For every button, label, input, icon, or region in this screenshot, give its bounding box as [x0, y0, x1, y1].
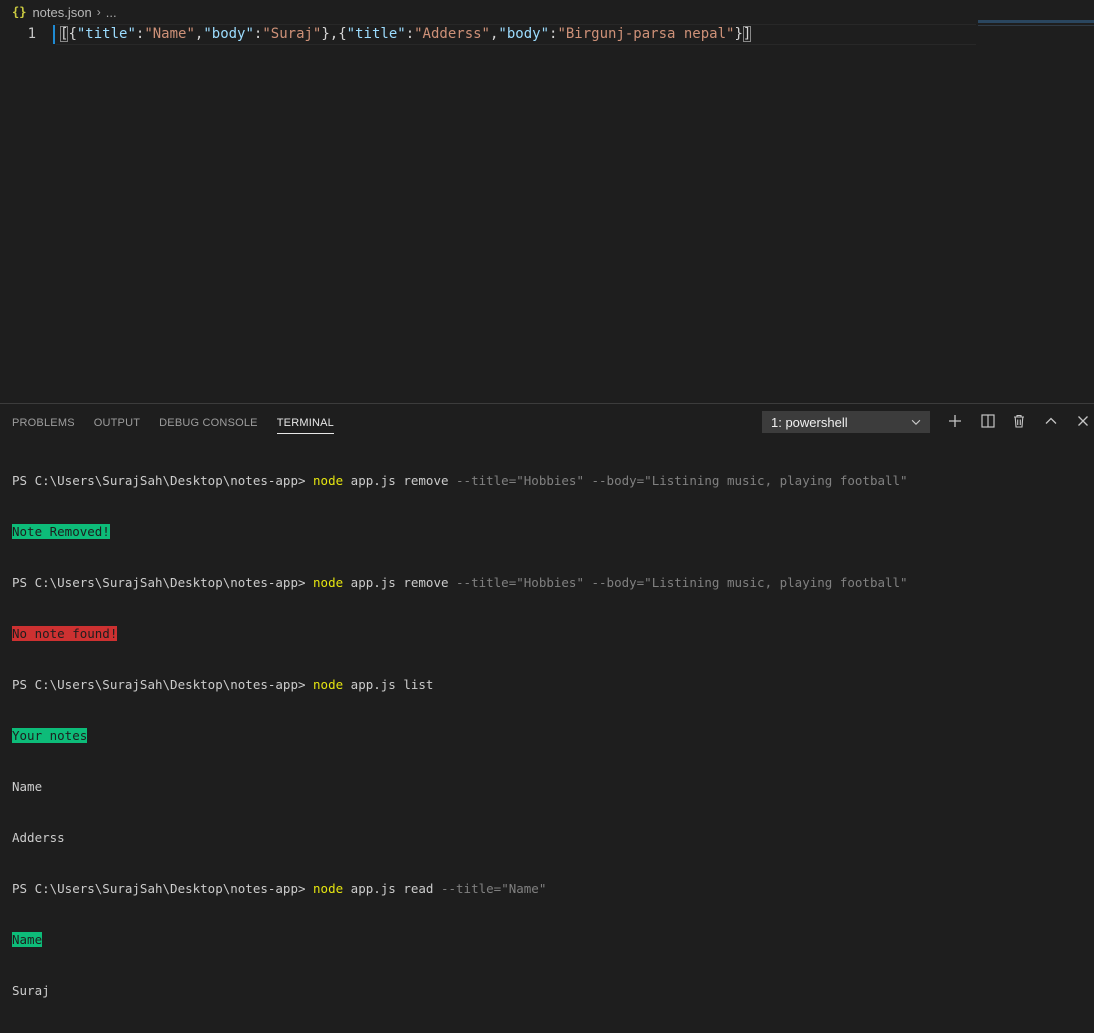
command-args: app.js list	[343, 677, 434, 692]
line-number: 1	[27, 26, 36, 42]
tab-terminal[interactable]: TERMINAL	[276, 411, 334, 434]
maximize-panel-button[interactable]	[1043, 413, 1059, 429]
plus-icon	[949, 415, 961, 427]
command: node	[313, 881, 344, 896]
command-args: app.js remove	[343, 575, 457, 590]
tab-problems[interactable]: PROBLEMS	[12, 411, 75, 433]
bottom-panel: PROBLEMS OUTPUT DEBUG CONSOLE TERMINAL 1…	[0, 403, 1094, 998]
split-terminal-button[interactable]	[980, 413, 996, 429]
terminal-line: PS C:\Users\SurajSah\Desktop\notes-app> …	[12, 574, 908, 591]
prompt: PS C:\Users\SurajSah\Desktop\notes-app>	[12, 677, 314, 692]
code-punct: },{	[321, 26, 347, 42]
command: node	[313, 677, 344, 692]
chevron-up-icon	[1045, 417, 1057, 424]
command-flags: --title="Hobbies" --body="Listining musi…	[456, 575, 908, 590]
terminal-line: No note found!	[12, 625, 908, 642]
json-key: "body"	[203, 26, 254, 42]
json-string: "Name"	[144, 26, 195, 42]
terminal-line: Name	[12, 779, 43, 794]
editor-area[interactable]: 1 [{"title":"Name","body":"Suraj"},{"tit…	[0, 24, 1094, 402]
command-args: app.js remove	[343, 473, 457, 488]
terminal-select[interactable]: 1: powershell	[762, 411, 930, 433]
prompt: PS C:\Users\SurajSah\Desktop\notes-app>	[12, 575, 314, 590]
breadcrumb-file[interactable]: notes.json	[32, 5, 91, 20]
code-punct: {	[68, 26, 77, 42]
code-punct: }	[734, 26, 743, 42]
command-flags: --title="Hobbies" --body="Listining musi…	[456, 473, 908, 488]
json-key: "body"	[498, 26, 549, 42]
terminal-line: Name	[12, 931, 908, 948]
json-file-icon: {}	[12, 5, 27, 19]
terminal-line: PS C:\Users\SurajSah\Desktop\notes-app> …	[12, 472, 908, 489]
tab-output[interactable]: OUTPUT	[94, 411, 140, 433]
prompt: PS C:\Users\SurajSah\Desktop\notes-app>	[12, 881, 314, 896]
prompt: PS C:\Users\SurajSah\Desktop\notes-app>	[12, 473, 314, 488]
success-output: Name	[12, 932, 43, 947]
terminal-line: Suraj	[12, 983, 50, 998]
breadcrumb-more[interactable]: ...	[106, 5, 117, 20]
json-string: "Suraj"	[262, 26, 322, 42]
tab-debug-console[interactable]: DEBUG CONSOLE	[159, 411, 258, 433]
split-icon	[981, 414, 995, 428]
chevron-right-icon: ›	[96, 5, 101, 19]
code-line[interactable]: [{"title":"Name","body":"Suraj"},{"title…	[60, 26, 752, 42]
new-terminal-button[interactable]	[947, 413, 963, 429]
trash-icon	[1014, 414, 1024, 428]
terminal-line: PS C:\Users\SurajSah\Desktop\notes-app> …	[12, 880, 908, 897]
close-icon	[1078, 416, 1088, 426]
code-punct: :	[405, 26, 415, 42]
terminal-line: PS C:\Users\SurajSah\Desktop\notes-app> …	[12, 676, 908, 693]
error-output: No note found!	[12, 626, 118, 641]
panel-tabs: PROBLEMS OUTPUT DEBUG CONSOLE TERMINAL	[0, 404, 341, 440]
command: node	[313, 575, 344, 590]
breadcrumb: {} notes.json › ...	[0, 0, 1094, 24]
terminal-line: Note Removed!	[12, 523, 908, 540]
json-key: "title"	[76, 26, 136, 42]
success-output: Your notes	[12, 728, 88, 743]
terminal-line: Adderss	[12, 830, 65, 845]
bracket-close: ]	[742, 26, 752, 42]
cursor-line-marker	[53, 25, 55, 44]
command: node	[313, 473, 344, 488]
json-string: "Adderss"	[414, 26, 490, 42]
success-output: Note Removed!	[12, 524, 110, 539]
json-string: "Birgunj-parsa nepal"	[557, 26, 735, 42]
chevron-down-icon	[911, 419, 921, 425]
terminal-output[interactable]: PS C:\Users\SurajSah\Desktop\notes-app> …	[12, 438, 908, 1033]
minimap-indicator[interactable]	[978, 20, 1094, 23]
command-args: app.js read	[343, 881, 441, 896]
json-key: "title"	[346, 26, 406, 42]
terminal-select-value: 1: powershell	[771, 414, 848, 430]
command-flags: --title="Name"	[440, 881, 547, 896]
terminal-line: Your notes	[12, 727, 908, 744]
kill-terminal-button[interactable]	[1011, 413, 1027, 429]
close-panel-button[interactable]	[1075, 413, 1091, 429]
